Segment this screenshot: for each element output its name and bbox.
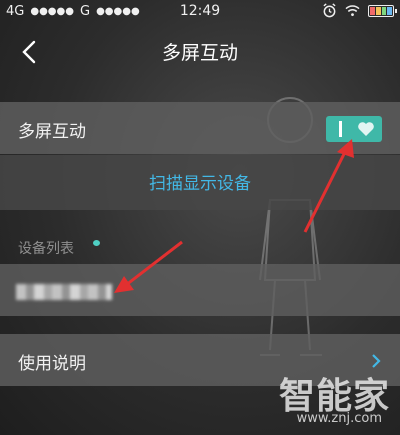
page-title: 多屏互动: [161, 42, 238, 64]
alarm-icon: [323, 3, 336, 18]
watermark: 智能家 www.znj.com: [272, 367, 390, 429]
blurred-device-name: [16, 284, 112, 300]
toggle-on-bar: [339, 121, 342, 137]
multiscreen-row: 多屏互动: [0, 102, 400, 154]
status-bar: 4G ●●●●● G ●●●●● 12:49: [0, 0, 400, 24]
scan-devices-button[interactable]: 扫描显示设备: [0, 169, 400, 194]
multiscreen-toggle[interactable]: [326, 116, 382, 142]
heart-icon: [358, 122, 374, 136]
status-dot: [93, 240, 100, 246]
multiscreen-label: 多屏互动: [18, 122, 86, 142]
battery-icon: [368, 4, 397, 17]
scan-row[interactable]: 扫描显示设备: [0, 155, 400, 210]
status-icons: [322, 3, 397, 18]
wifi-icon: [345, 5, 360, 17]
watermark-url: www.znj.com: [296, 411, 382, 426]
instructions-label: 使用说明: [18, 354, 86, 374]
navigation-bar: 多屏互动: [0, 28, 400, 76]
device-list-label: 设备列表: [18, 241, 74, 257]
